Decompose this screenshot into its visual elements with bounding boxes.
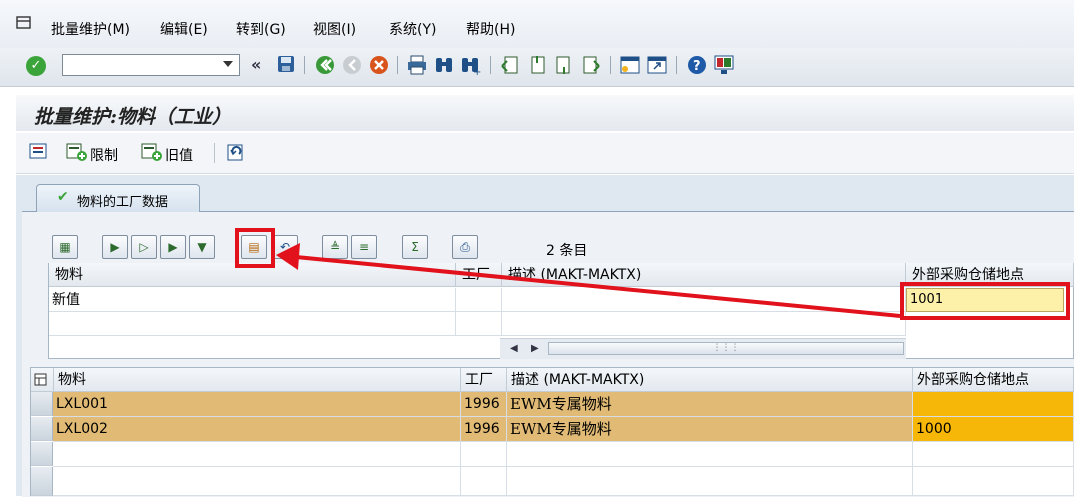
refresh-icon[interactable] <box>225 141 247 163</box>
menu-item-help[interactable]: 帮助(H) <box>466 19 515 39</box>
storage-location-cell[interactable]: 1000 <box>913 417 1074 442</box>
column-header-description[interactable]: 描述 (MAKT-MAKTX) <box>507 368 913 392</box>
command-field[interactable] <box>62 54 240 76</box>
toolbar-separator <box>397 56 398 74</box>
sort-ascending-icon[interactable]: ≜ <box>322 235 348 259</box>
toolbar-separator <box>304 56 305 74</box>
grid-append-icon[interactable]: ▷ <box>131 235 157 259</box>
page-title: 批量维护:物料（工业） <box>34 106 232 128</box>
last-page-icon[interactable] <box>580 54 602 76</box>
tab-label: 物料的工厂数据 <box>77 195 169 210</box>
window-menu-icon[interactable] <box>16 16 32 30</box>
horizontal-scrollbar[interactable]: ◀ ▶ ⋮⋮⋮ <box>500 338 906 359</box>
entries-count: 2 条目 <box>546 243 588 259</box>
plant-cell[interactable]: 1996 <box>461 392 507 417</box>
description-cell[interactable]: EWM专属物料 <box>507 417 913 442</box>
row-selector[interactable] <box>31 417 53 441</box>
description-cell[interactable]: EWM专属物料 <box>507 392 913 417</box>
restrict-label[interactable]: 限制 <box>90 145 118 165</box>
column-header-plant[interactable]: 工厂 <box>456 263 502 287</box>
restrict-button[interactable] <box>66 142 88 162</box>
storage-location-cell[interactable] <box>913 392 1074 417</box>
exit-icon[interactable] <box>341 54 363 76</box>
toolbar-separator <box>214 143 215 163</box>
previous-page-icon[interactable] <box>526 54 548 76</box>
find-icon[interactable] <box>433 54 455 76</box>
grid-settings-icon[interactable] <box>31 368 54 392</box>
svg-text:?: ? <box>693 59 701 74</box>
new-session-icon[interactable] <box>619 54 641 76</box>
grid-cell[interactable] <box>913 442 1074 467</box>
cancel-icon[interactable] <box>368 54 390 76</box>
find-next-icon[interactable]: + <box>459 54 481 78</box>
new-value-description-cell[interactable] <box>502 288 906 312</box>
old-value-button[interactable] <box>141 142 163 162</box>
row-selector[interactable] <box>31 442 53 466</box>
chevron-down-icon[interactable] <box>223 61 233 67</box>
menu-item-mass-maintenance[interactable]: 批量维护(M) <box>51 19 130 39</box>
execute-icon[interactable] <box>28 141 48 161</box>
collapse-command-icon[interactable]: « <box>251 55 261 74</box>
grid-cell[interactable] <box>913 467 1074 496</box>
shortcut-icon[interactable] <box>646 54 668 76</box>
column-header-material[interactable]: 物料 <box>54 368 461 392</box>
first-page-icon[interactable] <box>499 54 521 76</box>
menu-item-edit[interactable]: 编辑(E) <box>160 19 208 39</box>
grid-cell[interactable] <box>53 467 461 496</box>
toolbar-separator <box>676 56 677 74</box>
undo-icon[interactable]: ↶ <box>272 235 298 259</box>
row-selector[interactable] <box>31 467 53 496</box>
material-cell[interactable]: LXL002 <box>53 417 461 442</box>
old-value-label[interactable]: 旧值 <box>165 145 193 165</box>
print-preview-icon[interactable]: ⎙ <box>452 235 478 259</box>
menu-item-system[interactable]: 系统(Y) <box>389 19 436 39</box>
next-page-icon[interactable] <box>553 54 575 76</box>
menu-item-view[interactable]: 视图(I) <box>313 19 356 39</box>
grid-cell[interactable] <box>49 312 456 336</box>
checkmark-icon: ✔ <box>57 189 69 205</box>
grid-cell[interactable] <box>456 312 502 336</box>
layout-menu-icon[interactable] <box>713 54 735 76</box>
scrollbar-thumb[interactable]: ⋮⋮⋮ <box>548 342 904 355</box>
row-selector[interactable] <box>31 392 53 416</box>
grid-details-icon[interactable]: ▦ <box>52 235 78 259</box>
grid-cell[interactable] <box>502 312 906 336</box>
new-value-row-label: 新值 <box>49 288 456 312</box>
grid-copy-icon[interactable]: ▶ <box>160 235 186 259</box>
material-cell[interactable]: LXL001 <box>53 392 461 417</box>
scroll-left-icon[interactable]: ◀ <box>510 343 518 354</box>
grid-cell[interactable] <box>461 442 507 467</box>
grid-cell[interactable] <box>507 467 913 496</box>
toolbar-separator <box>490 56 491 74</box>
sum-icon[interactable]: Σ <box>402 235 428 259</box>
scroll-right-icon[interactable]: ▶ <box>531 343 539 354</box>
annotation-highlight-box <box>900 282 1070 320</box>
menu-item-goto[interactable]: 转到(G) <box>236 19 286 39</box>
plant-cell[interactable]: 1996 <box>461 417 507 442</box>
annotation-highlight-box <box>235 228 275 268</box>
grid-cell[interactable] <box>507 442 913 467</box>
column-header-description[interactable]: 描述 (MAKT-MAKTX) <box>502 263 906 287</box>
save-icon[interactable] <box>275 54 297 76</box>
new-value-plant-cell[interactable] <box>456 288 502 312</box>
grid-cell[interactable] <box>461 467 507 496</box>
grid-filter-icon[interactable]: ▼ <box>189 235 215 259</box>
svg-text:+: + <box>473 67 481 76</box>
help-icon[interactable]: ? <box>686 54 708 76</box>
sort-descending-icon[interactable]: ≡ <box>351 235 377 259</box>
enter-check-icon[interactable]: ✓ <box>26 56 46 76</box>
tab-plant-data[interactable]: ✔ 物料的工厂数据 <box>36 184 200 212</box>
column-header-plant[interactable]: 工厂 <box>461 368 507 392</box>
back-icon[interactable] <box>314 54 336 76</box>
toolbar-separator <box>610 56 611 74</box>
print-icon[interactable] <box>406 54 428 76</box>
grid-insert-icon[interactable]: ▶ <box>102 235 128 259</box>
column-header-storage-location[interactable]: 外部采购仓储地点 <box>913 368 1074 392</box>
grid-cell[interactable] <box>53 442 461 467</box>
